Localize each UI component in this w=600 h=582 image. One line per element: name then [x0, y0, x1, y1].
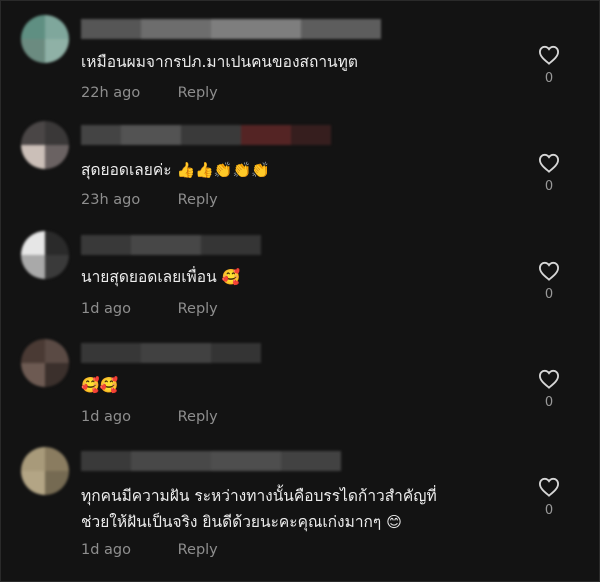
like-button[interactable]: 0 — [537, 477, 561, 518]
avatar[interactable] — [21, 339, 69, 387]
heart-icon — [538, 261, 560, 281]
like-button[interactable]: 0 — [537, 45, 561, 86]
comment-text: สุดยอดเลยค่ะ 👍👍👏👏👏 — [81, 161, 270, 179]
like-count: 0 — [544, 503, 554, 518]
comment-meta: 23h ago Reply — [81, 192, 218, 208]
username-blurred[interactable] — [81, 235, 261, 255]
like-count: 0 — [544, 395, 554, 410]
heart-icon — [538, 45, 560, 65]
comment-time: 1d ago — [81, 542, 131, 558]
like-button[interactable]: 0 — [537, 153, 561, 194]
comment-text: เหมือนผมจากรปภ.มาเปนคนของสถานทูต — [81, 53, 358, 71]
like-button[interactable]: 0 — [537, 369, 561, 410]
reply-button[interactable]: Reply — [178, 85, 218, 101]
like-button[interactable]: 0 — [537, 261, 561, 302]
like-count: 0 — [544, 71, 554, 86]
avatar[interactable] — [21, 231, 69, 279]
emoji-reaction: 🥰🥰 — [81, 376, 119, 394]
comment-meta: 1d ago Reply — [81, 409, 218, 425]
comment-meta: 1d ago Reply — [81, 301, 218, 317]
username-blurred[interactable] — [81, 125, 331, 145]
reply-button[interactable]: Reply — [178, 192, 218, 208]
heart-icon — [538, 477, 560, 497]
heart-icon — [538, 369, 560, 389]
reply-button[interactable]: Reply — [178, 542, 218, 558]
username-blurred[interactable] — [81, 451, 341, 471]
emoji-reaction: 😊 — [386, 513, 402, 531]
username-blurred[interactable] — [81, 19, 381, 39]
avatar[interactable] — [21, 121, 69, 169]
emoji-reaction: 👍👍👏👏👏 — [176, 161, 270, 179]
emoji-reaction: 🥰 — [221, 268, 241, 286]
comment-meta: 22h ago Reply — [81, 85, 218, 101]
avatar[interactable] — [21, 15, 69, 63]
like-count: 0 — [544, 287, 554, 302]
like-count: 0 — [544, 179, 554, 194]
comment-time: 1d ago — [81, 301, 131, 317]
comment-text: 🥰🥰 — [81, 372, 118, 398]
comment-time: 22h ago — [81, 85, 141, 101]
comment-text: นายสุดยอดเลยเพื่อน 🥰 — [81, 268, 241, 286]
reply-button[interactable]: Reply — [178, 301, 218, 317]
username-blurred[interactable] — [81, 343, 261, 363]
comment-text: ทุกคนมีความฝัน ระหว่างทางนั้นคือบรรไดก้า… — [81, 487, 437, 531]
comments-panel: เหมือนผมจากรปภ.มาเปนคนของสถานทูต 22h ago… — [0, 0, 600, 582]
comment-meta: 1d ago Reply — [81, 542, 218, 558]
comment-time: 23h ago — [81, 192, 141, 208]
comment-time: 1d ago — [81, 409, 131, 425]
avatar[interactable] — [21, 447, 69, 495]
reply-button[interactable]: Reply — [178, 409, 218, 425]
heart-icon — [538, 153, 560, 173]
